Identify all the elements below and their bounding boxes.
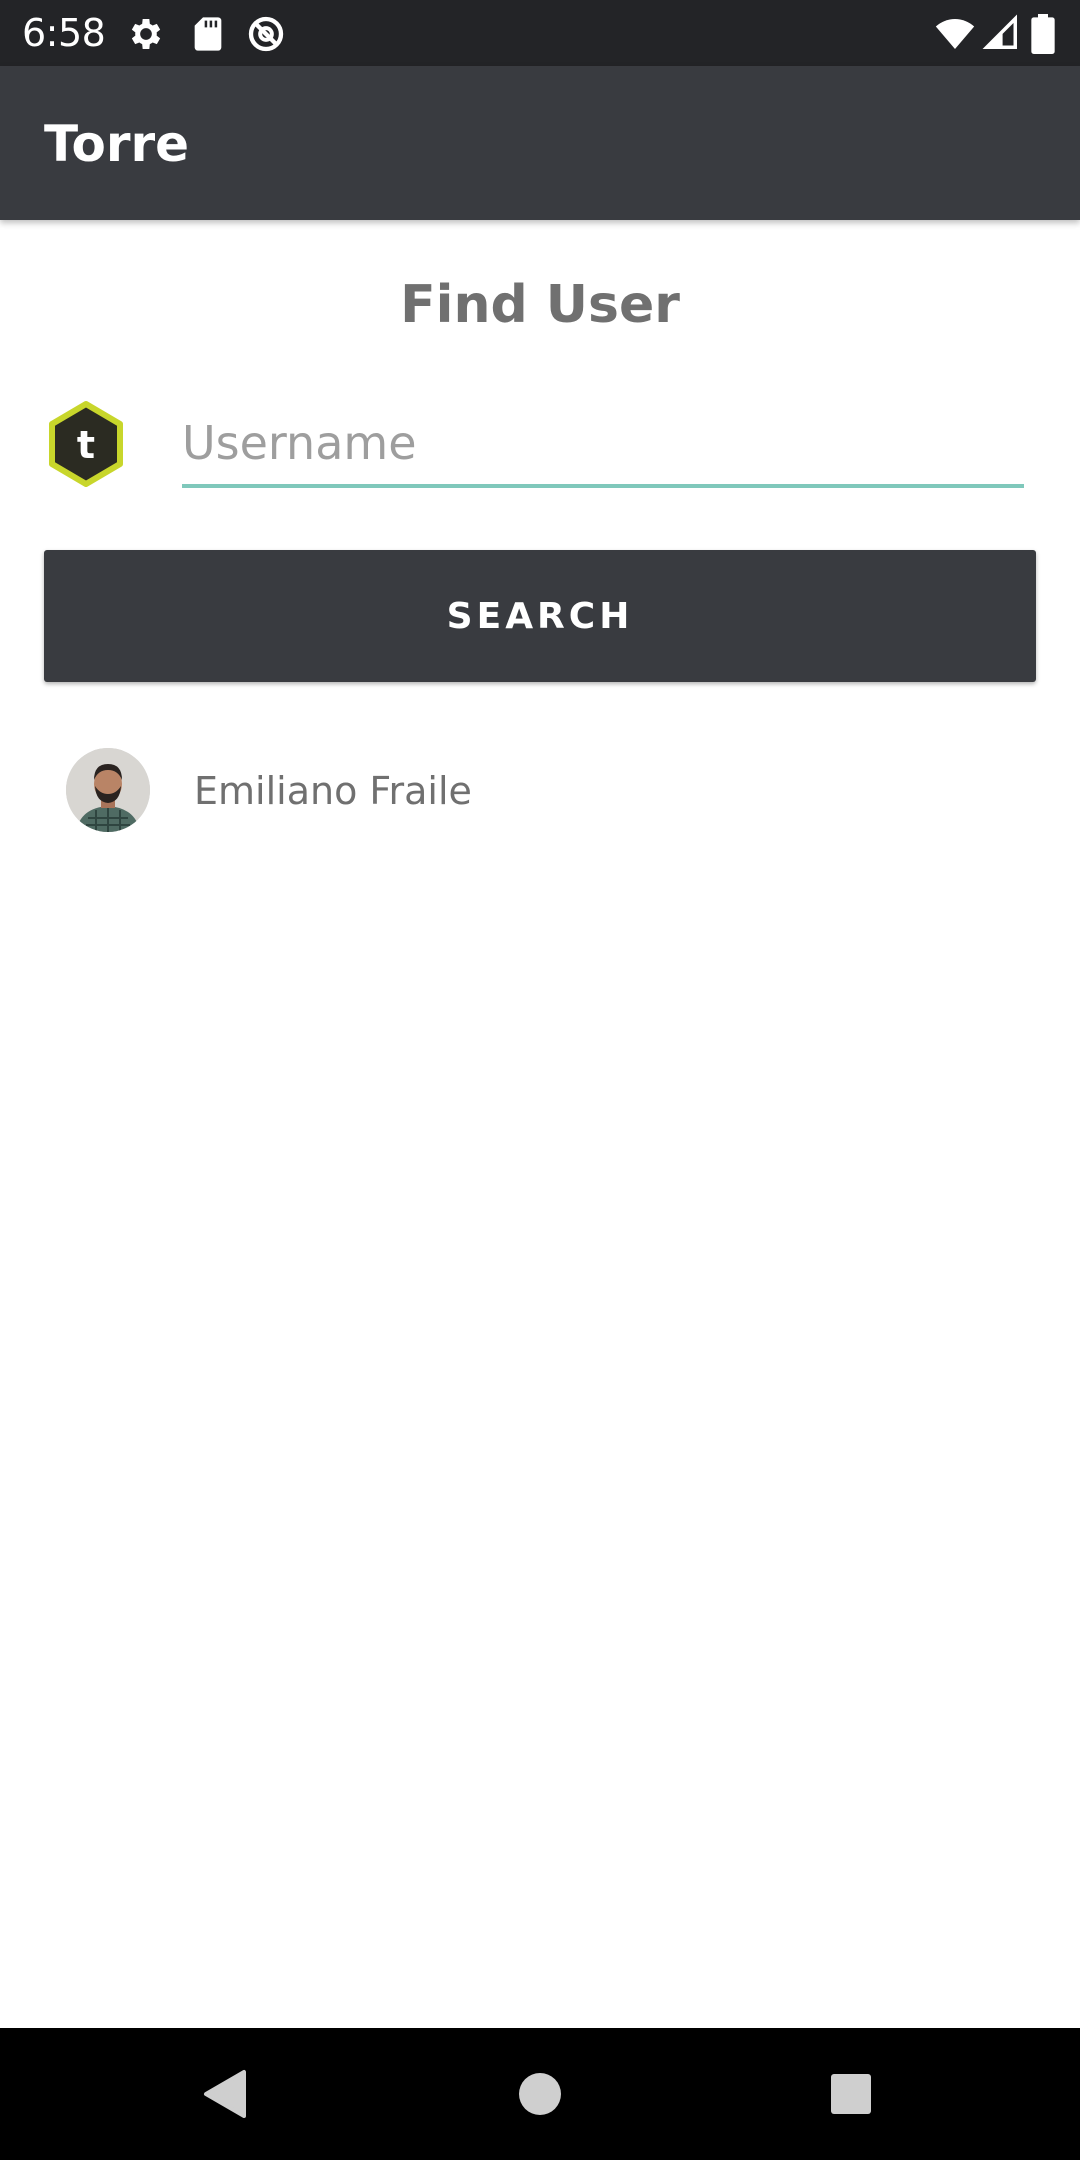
user-name: Emiliano Fraile	[194, 769, 472, 813]
wifi-icon	[934, 14, 975, 54]
recents-icon[interactable]	[811, 2054, 891, 2134]
back-icon[interactable]	[185, 2054, 265, 2134]
list-item[interactable]: Emiliano Fraile	[44, 730, 1036, 850]
signal-icon	[982, 14, 1022, 54]
logo-letter: t	[77, 423, 95, 467]
data-saver-icon	[246, 14, 286, 54]
app-title: Torre	[44, 115, 190, 173]
app-bar: Torre	[0, 66, 1080, 220]
page-title: Find User	[400, 275, 680, 335]
battery-icon	[1030, 14, 1060, 54]
avatar	[66, 748, 150, 832]
settings-icon	[126, 14, 166, 54]
username-input[interactable]	[182, 408, 1024, 488]
navigation-bar	[0, 2028, 1080, 2160]
home-icon[interactable]	[500, 2054, 580, 2134]
status-time: 6:58	[22, 11, 106, 55]
search-button[interactable]: SEARCH	[44, 550, 1036, 682]
status-bar: 6:58	[0, 0, 1080, 66]
sd-card-icon	[188, 14, 228, 54]
torre-logo-icon: t	[46, 400, 126, 488]
